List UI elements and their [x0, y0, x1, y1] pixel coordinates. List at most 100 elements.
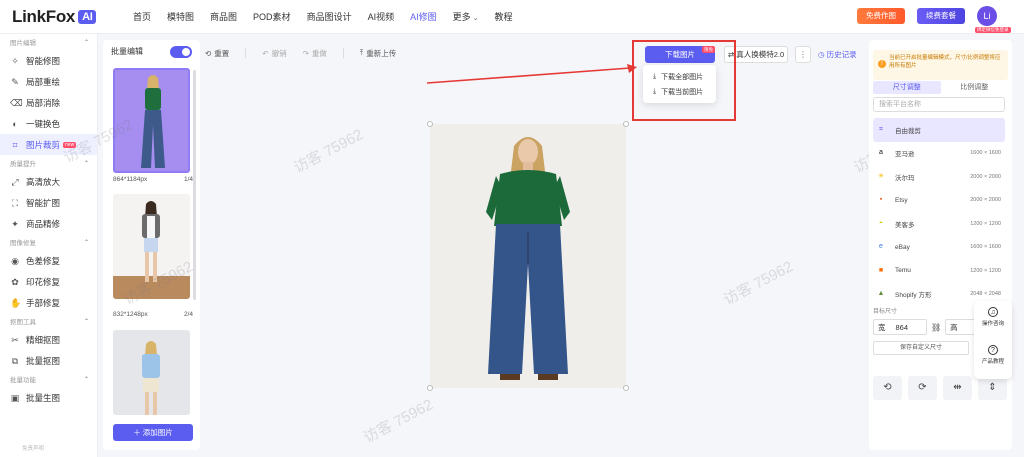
more-options-icon[interactable]: ⋮: [795, 46, 811, 63]
history-label: 历史记录: [826, 50, 857, 59]
sidebar-item-label: 色差修复: [26, 255, 61, 266]
sidebar-item-0-0[interactable]: ✧ 智能修图: [0, 50, 97, 71]
brand-logo[interactable]: LinkFox AI: [12, 7, 97, 27]
editor-toolbar: ⟲ 重置 ↶ 撤销 ↷ 重做 ⤒ 重新上传: [205, 43, 396, 63]
platform-item[interactable]: a 亚马逊 1600 × 1600: [873, 142, 1005, 166]
nav-item-label: 模特图: [167, 12, 195, 22]
platform-name: 沃尔玛: [895, 174, 915, 182]
top-nav-bar: LinkFox AI 首页 模特图 商品图 POD素材 商品图设计 AI视频 AI修图 更多 ⌄…: [0, 0, 1024, 34]
sidebar-item-0-3[interactable]: ◐ 一键换色: [0, 113, 97, 134]
crop-handle-top-right[interactable]: [623, 121, 629, 127]
nav-item-label: 首页: [133, 12, 152, 22]
platform-list: ⌗ 自由裁剪 a 亚马逊 1600 × 1600 ✳ 沃尔玛 2000 × 2000 ▪ Etsy…: [873, 118, 1005, 306]
toolbar-divider: [342, 48, 344, 58]
sidebar-section-header[interactable]: 质量提升 ⌃: [0, 155, 97, 171]
nav-item-2[interactable]: 商品图: [202, 0, 245, 34]
nav-item-3[interactable]: POD素材: [245, 0, 299, 34]
width-field[interactable]: 宽 864: [873, 319, 927, 335]
new-badge: new: [63, 141, 77, 148]
transform-tools: ⟲ ⟳ ⇹ ⇕: [873, 376, 1007, 400]
platform-name: Shopify 方形: [895, 292, 932, 300]
height-field[interactable]: 高: [945, 319, 976, 335]
thumbnail-2[interactable]: [113, 194, 190, 299]
free-create-button[interactable]: 免费作图: [857, 8, 905, 24]
thumbnail-1[interactable]: [113, 68, 190, 173]
rotate-left-icon[interactable]: ⟲: [873, 376, 902, 400]
redo-button[interactable]: ↷ 重做: [303, 48, 327, 59]
nav-item-label: POD素材: [253, 12, 291, 22]
sidebar-section-title: 批量功能: [10, 377, 36, 384]
nav-item-1[interactable]: 模特图: [159, 0, 202, 34]
platform-item[interactable]: ⌗ 自由裁剪: [873, 118, 1005, 142]
add-image-label: 添加图片: [142, 428, 173, 437]
sidebar-item-2-1[interactable]: ✿ 印花修复: [0, 271, 97, 292]
sidebar-item-2-0[interactable]: ◉ 色差修复: [0, 250, 97, 271]
sidebar-item-2-2[interactable]: ✋ 手部修复: [0, 292, 97, 313]
tab-ratio-adjust[interactable]: 比例调整: [941, 81, 1009, 94]
rotate-right-icon[interactable]: ⟳: [908, 376, 937, 400]
watermark: 访客 75962: [360, 396, 436, 447]
nav-item-0[interactable]: 首页: [125, 0, 159, 34]
platform-size: 1600 × 1600: [970, 244, 1001, 251]
sidebar-section-header[interactable]: 图像修复 ⌃: [0, 234, 97, 250]
nav-item-4[interactable]: 商品图设计: [299, 0, 360, 34]
platform-item[interactable]: ▪ Etsy 2000 × 2000: [873, 189, 1005, 213]
brush-icon: ✎: [11, 76, 19, 87]
reset-button[interactable]: ⟲ 重置: [205, 48, 229, 59]
nav-item-7[interactable]: 更多 ⌄: [445, 0, 487, 34]
canvas-image[interactable]: [430, 124, 626, 388]
history-button[interactable]: ◷ 历史记录: [818, 49, 857, 60]
nav-item-label: 教程: [494, 12, 513, 22]
platform-item[interactable]: e eBay 1600 × 1600: [873, 236, 1005, 260]
sidebar-item-label: 批量生图: [26, 392, 61, 403]
height-label: 高: [950, 322, 958, 332]
crop-handle-bottom-right[interactable]: [623, 385, 629, 391]
sidebar-item-3-0[interactable]: ✂ 精细抠图: [0, 329, 97, 350]
platform-item[interactable]: ■ Temu 1200 × 1200: [873, 259, 1005, 283]
nav-item-8[interactable]: 教程: [487, 0, 521, 34]
undo-button[interactable]: ↶ 撤销: [262, 48, 286, 59]
thumbnail-2-image: [113, 194, 190, 299]
platform-item[interactable]: ✳ 沃尔玛 2000 × 2000: [873, 165, 1005, 189]
nav-item-6[interactable]: AI修图: [402, 0, 445, 34]
lock-ratio-icon[interactable]: ⛓: [931, 323, 941, 332]
flip-horizontal-icon[interactable]: ⇹: [943, 376, 972, 400]
sidebar-item-4-0[interactable]: ▣ 批量生图: [0, 387, 97, 408]
crop-handle-top-left[interactable]: [427, 121, 433, 127]
crop-icon: ⌗: [879, 125, 883, 133]
avatar[interactable]: Li: [977, 6, 997, 26]
platform-search-input[interactable]: 搜索平台名称: [873, 97, 1005, 112]
disclaimer-link[interactable]: 免责声明: [22, 444, 44, 452]
flip-vertical-icon[interactable]: ⇕: [978, 376, 1007, 400]
sidebar-item-1-1[interactable]: ⛶ 智能扩图: [0, 192, 97, 213]
tutorial-button[interactable]: ? 产品教程: [974, 345, 1012, 365]
nav-item-5[interactable]: AI视频: [360, 0, 403, 34]
crop-handle-bottom-left[interactable]: [427, 385, 433, 391]
sidebar-section-header[interactable]: 抠图工具 ⌃: [0, 313, 97, 329]
save-custom-size-button[interactable]: 保存自定义尺寸: [873, 341, 969, 355]
consult-button[interactable]: ♫ 操作咨询: [974, 307, 1012, 327]
sidebar-item-1-0[interactable]: ⤢ 高清放大: [0, 171, 97, 192]
sidebar-item-0-4[interactable]: ⌗ 图片裁剪 new: [0, 134, 97, 155]
sidebar-item-label: 一键换色: [26, 118, 61, 129]
headset-icon: ♫: [988, 307, 998, 317]
platform-size: 1200 × 1200: [970, 220, 1001, 227]
sidebar-section-header[interactable]: 批量功能 ⌃: [0, 371, 97, 387]
hand-icon: ✋: [10, 297, 22, 308]
sidebar-item-label: 精细抠图: [26, 334, 61, 345]
renew-plan-button[interactable]: 续费套餐: [917, 8, 965, 24]
palette-icon: ◉: [11, 255, 19, 266]
batch-scrollbar[interactable]: [193, 70, 196, 300]
reupload-button[interactable]: ⤒ 重新上传: [360, 48, 396, 59]
sidebar-section-header[interactable]: 图片编辑 ⌃: [0, 34, 97, 50]
thumbnail-1-index: 1/4: [183, 176, 193, 183]
thumbnail-3[interactable]: [113, 330, 190, 415]
sidebar-item-3-1[interactable]: ⧉ 批量抠图: [0, 350, 97, 371]
add-image-button[interactable]: ＋ 添加图片: [113, 424, 193, 441]
sidebar-item-1-2[interactable]: ✦ 商品精修: [0, 213, 97, 234]
batch-edit-toggle[interactable]: [170, 46, 192, 58]
tab-size-adjust[interactable]: 尺寸调整: [873, 81, 941, 94]
sidebar-item-0-2[interactable]: ⌫ 局部消除: [0, 92, 97, 113]
platform-item[interactable]: ◓ 美客多 1200 × 1200: [873, 212, 1005, 236]
sidebar-item-0-1[interactable]: ✎ 局部重绘: [0, 71, 97, 92]
